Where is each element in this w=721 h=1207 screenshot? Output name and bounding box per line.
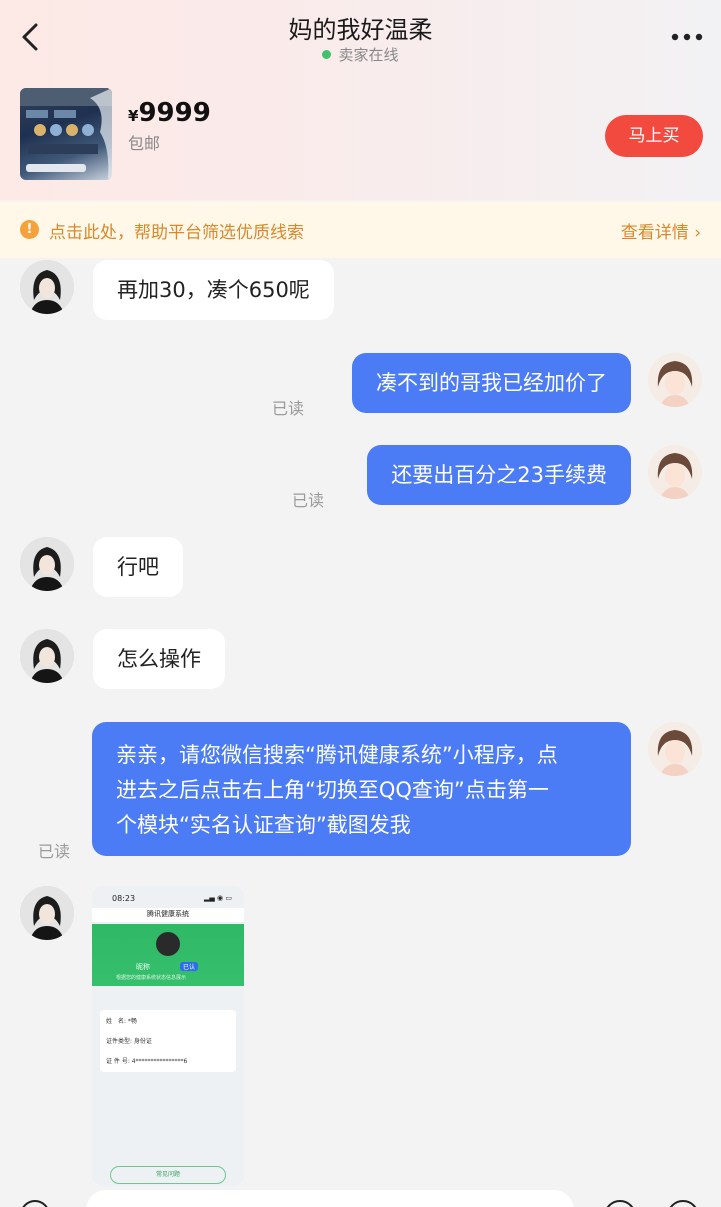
seller-avatar[interactable] (20, 260, 74, 314)
add-icon[interactable] (667, 1200, 699, 1207)
my-avatar[interactable] (648, 445, 702, 499)
seller-avatar-image (20, 260, 74, 314)
product-thumbnail[interactable] (20, 88, 112, 180)
message-bubble: 行吧 (93, 537, 183, 597)
my-avatar[interactable] (648, 722, 702, 776)
mini-avatar (156, 932, 180, 956)
seller-avatar-image (20, 886, 74, 940)
message-input[interactable] (86, 1190, 574, 1207)
message-line: 个模块“实名认证查询”截图发我 (116, 813, 411, 837)
warning-icon: ! (20, 220, 39, 239)
emoji-icon[interactable] (604, 1200, 636, 1207)
mini-row: 姓 名: *畅 (106, 1018, 137, 1025)
product-price: ¥9999 (128, 98, 211, 128)
message-bubble: 还要出百分之23手续费 (367, 445, 631, 505)
mini-row: 证 件 号: 4****************6 (106, 1058, 188, 1065)
status-bar-time: 08:23 (112, 894, 136, 903)
seller-avatar-image (20, 629, 74, 683)
message-bubble: 凑不到的哥我已经加价了 (352, 353, 631, 413)
mini-nav-title: 腾讯健康系统 (147, 910, 189, 918)
more-icon[interactable] (667, 22, 707, 52)
seller-avatar[interactable] (20, 886, 74, 940)
currency-symbol: ¥ (128, 107, 139, 125)
online-dot-icon (322, 50, 332, 59)
message-line: 亲亲，请您微信搜索“腾讯健康系统”小程序，点 (116, 743, 558, 767)
seller-avatar[interactable] (20, 537, 74, 591)
read-receipt: 已读 (38, 842, 71, 861)
mini-row: 证件类型: 身份证 (106, 1038, 152, 1045)
view-details-link[interactable]: 查看详情 › (621, 218, 701, 243)
my-avatar-image (648, 722, 702, 776)
seller-avatar[interactable] (20, 629, 74, 683)
mini-name: 昵称 (136, 963, 150, 971)
chat-title: 妈的我好温柔 (288, 16, 433, 44)
message-bubble-long: 亲亲，请您微信搜索“腾讯健康系统”小程序，点 进去之后点击右上角“切换至QQ查询… (92, 722, 631, 856)
my-avatar-image (648, 445, 702, 499)
buy-now-button[interactable]: 马上买 (605, 115, 703, 157)
read-receipt: 已读 (292, 491, 325, 510)
mini-desc: 根据您的健康系统状态信息展示 (116, 975, 187, 981)
message-bubble: 再加30，凑个650呢 (93, 260, 334, 320)
notice-text[interactable]: 点击此处，帮助平台筛选优质线索 (49, 218, 304, 243)
status-bar-icons: ▂▄ ◉ ▭ (204, 894, 232, 902)
mini-bottom-button: 常见问题 (110, 1166, 226, 1184)
image-message[interactable]: 08:23 ▂▄ ◉ ▭ 腾讯健康系统 昵称 已认 根据您的健康系统状态信息展示… (92, 886, 244, 1186)
my-avatar-image (648, 353, 702, 407)
seller-status: 卖家在线 (0, 44, 721, 65)
seller-avatar-image (20, 537, 74, 591)
shipping-label: 包邮 (128, 134, 161, 153)
message-line: 进去之后点击右上角“切换至QQ查询”点击第一 (116, 778, 549, 802)
price-value: 9999 (138, 98, 211, 128)
read-receipt: 已读 (272, 399, 305, 418)
game-screenshot-image (20, 88, 112, 180)
message-bubble: 怎么操作 (93, 629, 225, 689)
my-avatar[interactable] (648, 353, 702, 407)
mini-tag: 已认 (180, 962, 199, 971)
status-text: 卖家在线 (338, 46, 399, 64)
voice-icon[interactable] (20, 1200, 50, 1207)
